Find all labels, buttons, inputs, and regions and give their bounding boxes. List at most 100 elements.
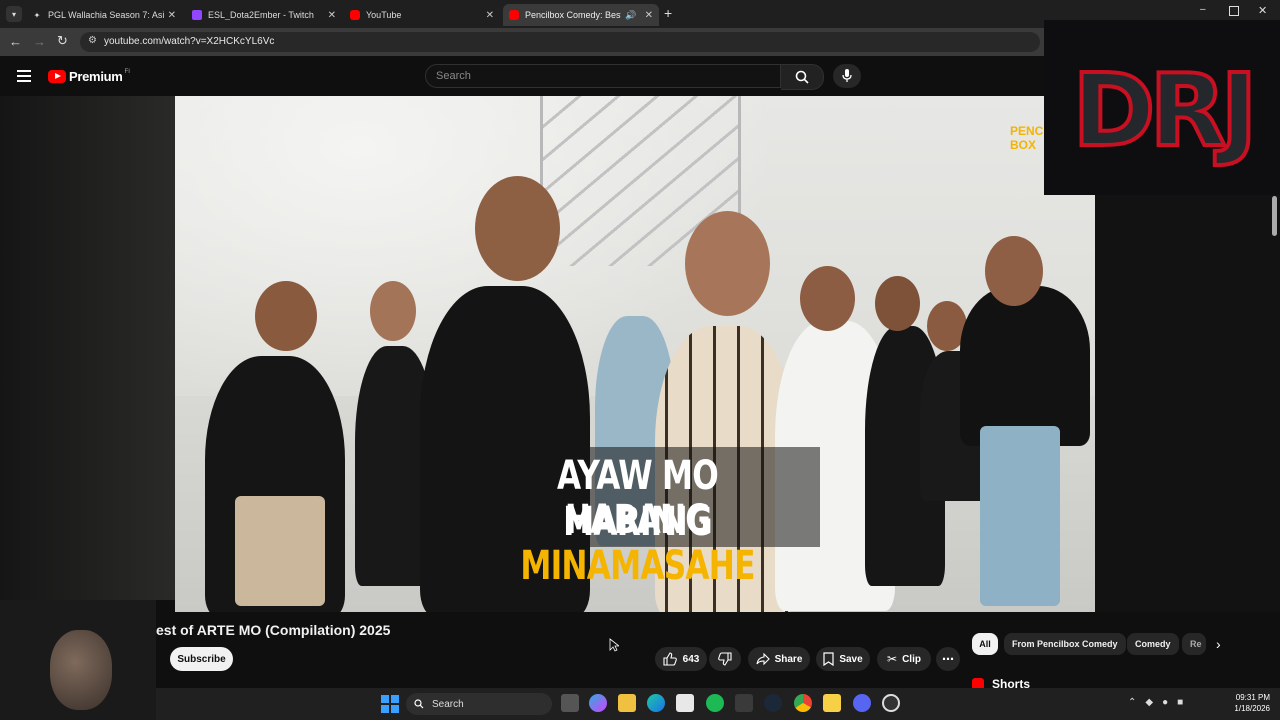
tab-title: YouTube bbox=[366, 10, 402, 20]
chevron-up-icon: ⌃ bbox=[1128, 697, 1146, 708]
edge-icon[interactable] bbox=[647, 694, 665, 712]
save-label: Save bbox=[839, 653, 863, 665]
taskbar-search[interactable]: Search bbox=[406, 693, 552, 715]
search-placeholder: Search bbox=[436, 70, 471, 82]
caption-line-2: HABANG MINAMASAHE bbox=[495, 497, 780, 589]
clip-button[interactable]: ✂ Clip bbox=[877, 647, 931, 671]
chip-from-channel[interactable]: From Pencilbox Comedy bbox=[1004, 633, 1126, 655]
hamburger-icon bbox=[17, 70, 31, 82]
store-icon[interactable] bbox=[676, 694, 694, 712]
speaker-icon[interactable]: 🔊 bbox=[625, 10, 636, 21]
mouse-cursor bbox=[609, 638, 619, 652]
person-head bbox=[685, 211, 770, 316]
svg-text:DRJ: DRJ bbox=[1072, 52, 1251, 169]
steam-icon[interactable] bbox=[764, 694, 782, 712]
streamer-face bbox=[50, 630, 112, 710]
person-head bbox=[875, 276, 920, 331]
tab-title: ESL_Dota2Ember - Twitch bbox=[208, 10, 314, 20]
close-tab-icon[interactable]: ✕ bbox=[486, 10, 494, 21]
person-head bbox=[255, 281, 317, 351]
microphone-icon bbox=[842, 69, 852, 82]
person-head bbox=[370, 281, 416, 341]
plus-icon: + bbox=[664, 5, 673, 21]
tab-pgl[interactable]: ✦ PGL Wallachia Season 7: Asia C ✕ bbox=[26, 4, 182, 26]
dislike-button[interactable] bbox=[709, 647, 741, 671]
chrome-icon[interactable] bbox=[794, 694, 812, 712]
system-tray[interactable]: ⌃◆●■ bbox=[1128, 697, 1192, 708]
forward-button[interactable]: → bbox=[33, 34, 46, 49]
address-bar[interactable]: ⚙ youtube.com/watch?v=X2HCKcYL6Vc bbox=[80, 32, 1040, 52]
discord-icon[interactable] bbox=[853, 694, 871, 712]
webcam-overlay bbox=[0, 600, 156, 720]
copilot-icon[interactable] bbox=[589, 694, 607, 712]
region-code: FI bbox=[124, 68, 130, 75]
start-button[interactable] bbox=[381, 695, 399, 713]
chip-related[interactable]: Re bbox=[1182, 633, 1206, 655]
voice-search-button[interactable] bbox=[833, 64, 861, 88]
volume-icon: ■ bbox=[1177, 697, 1193, 708]
windows-logo-icon bbox=[381, 695, 399, 713]
scrollbar-thumb[interactable] bbox=[1272, 196, 1277, 236]
reload-button[interactable]: ↻ bbox=[57, 33, 68, 49]
menu-button[interactable] bbox=[17, 70, 31, 82]
obs-icon[interactable] bbox=[882, 694, 900, 712]
person bbox=[235, 496, 325, 606]
chip-all[interactable]: All bbox=[972, 633, 998, 655]
right-ambient bbox=[1095, 195, 1280, 612]
subscribe-button[interactable]: Subscribe bbox=[170, 647, 233, 671]
search-icon bbox=[795, 70, 809, 84]
clock-time: 09:31 PM bbox=[1235, 693, 1270, 702]
app-icon[interactable] bbox=[735, 694, 753, 712]
close-tab-icon[interactable]: ✕ bbox=[328, 10, 336, 21]
minimize-button[interactable]: – bbox=[1200, 4, 1206, 15]
caption-text-white: HABANG bbox=[564, 497, 711, 543]
chevron-down-icon: ▾ bbox=[11, 9, 16, 19]
person-head bbox=[800, 266, 855, 331]
twitch-icon bbox=[192, 10, 202, 20]
like-button[interactable]: 643 bbox=[655, 647, 707, 671]
close-window-button[interactable]: ✕ bbox=[1258, 4, 1267, 17]
person bbox=[980, 426, 1060, 606]
file-explorer-icon[interactable] bbox=[618, 694, 636, 712]
restore-button[interactable] bbox=[1229, 6, 1239, 16]
drj-logo: DRJ bbox=[1070, 50, 1259, 171]
site-info-icon[interactable]: ⚙ bbox=[88, 35, 97, 46]
person bbox=[960, 286, 1090, 446]
back-button[interactable]: ← bbox=[9, 34, 22, 49]
task-view-icon[interactable] bbox=[561, 694, 579, 712]
spotify-icon[interactable] bbox=[706, 694, 724, 712]
close-tab-icon[interactable]: ✕ bbox=[645, 10, 653, 21]
person-head bbox=[985, 236, 1043, 306]
clock-date: 1/18/2026 bbox=[1234, 704, 1270, 713]
tab-search-button[interactable]: ▾ bbox=[6, 6, 22, 22]
video-title: est of ARTE MO (Compilation) 2025 bbox=[156, 622, 391, 638]
search-button[interactable] bbox=[781, 64, 824, 90]
taskbar-search-label: Search bbox=[432, 698, 464, 710]
new-tab-button[interactable]: + bbox=[664, 5, 672, 21]
person-head bbox=[475, 176, 560, 281]
search-input[interactable]: Search bbox=[425, 64, 781, 88]
close-tab-icon[interactable]: ✕ bbox=[168, 10, 176, 21]
chip-comedy[interactable]: Comedy bbox=[1127, 633, 1179, 655]
tab-title: Pencilbox Comedy: Best of bbox=[525, 10, 622, 20]
microphone-icon: ● bbox=[1162, 697, 1178, 708]
more-actions-button[interactable]: ⋯ bbox=[936, 647, 960, 671]
tab-youtube[interactable]: YouTube ✕ bbox=[344, 4, 500, 26]
share-button[interactable]: Share bbox=[748, 647, 810, 671]
save-button[interactable]: Save bbox=[816, 647, 870, 671]
streamer-logo-overlay: DRJ bbox=[1044, 20, 1280, 195]
pgl-icon: ✦ bbox=[33, 10, 41, 20]
youtube-play-icon bbox=[48, 70, 66, 83]
sticky-notes-icon[interactable] bbox=[823, 694, 841, 712]
tab-twitch[interactable]: ESL_Dota2Ember - Twitch ✕ bbox=[186, 4, 342, 26]
youtube-logo[interactable]: Premium FI bbox=[48, 69, 130, 84]
network-icon: ◆ bbox=[1145, 697, 1163, 708]
chips-next-button[interactable]: › bbox=[1216, 636, 1221, 652]
logo-text: Premium bbox=[69, 69, 123, 84]
more-horizontal-icon: ⋯ bbox=[942, 652, 954, 666]
thumbs-up-icon bbox=[663, 652, 677, 666]
youtube-icon bbox=[350, 10, 360, 20]
tab-pencilbox[interactable]: Pencilbox Comedy: Best of 🔊 ✕ bbox=[503, 4, 659, 26]
share-icon bbox=[756, 653, 770, 665]
clock[interactable]: 09:31 PM 1/18/2026 bbox=[1228, 693, 1270, 713]
